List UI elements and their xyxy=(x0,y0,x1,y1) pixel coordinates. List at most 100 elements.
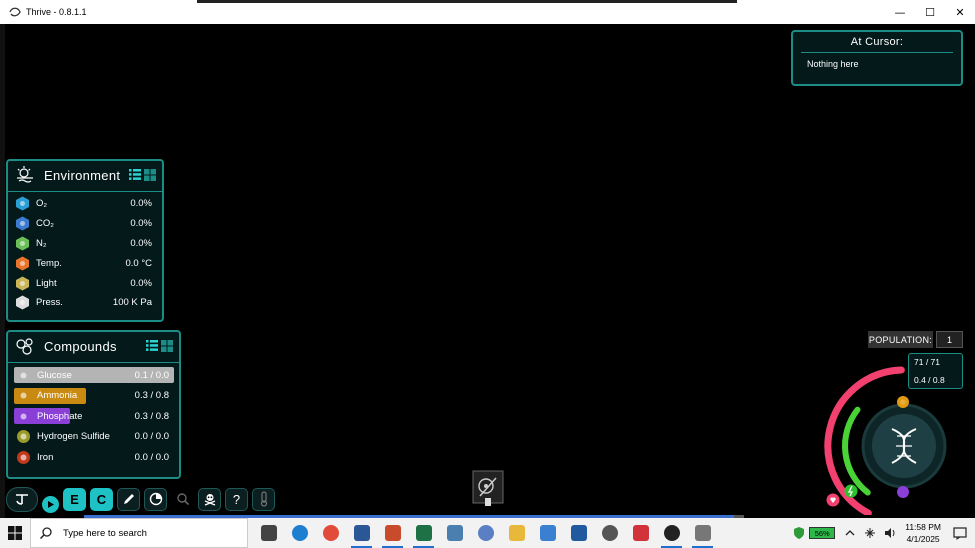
weather-icon xyxy=(17,166,33,183)
environment-row: N₂ 0.0% xyxy=(8,234,162,254)
environment-label: Press. xyxy=(36,297,63,309)
environment-value: 0.0% xyxy=(130,237,152,249)
taskbar-search[interactable]: Type here to search xyxy=(30,518,248,548)
pressure-icon xyxy=(16,295,29,310)
compounds-button[interactable]: C xyxy=(90,487,113,511)
environment-value: 0.0% xyxy=(130,198,152,210)
editor-button[interactable]: E xyxy=(63,487,86,511)
start-button[interactable] xyxy=(0,518,30,548)
environment-label: N₂ xyxy=(36,237,47,249)
compound-value: 0.1 / 0.0 xyxy=(134,369,169,381)
powerpoint-icon[interactable] xyxy=(378,518,407,548)
oxygen-icon xyxy=(16,196,29,211)
grid-view-icon[interactable] xyxy=(161,339,173,352)
environment-row: O₂ 0.0% xyxy=(8,194,162,214)
chevron-up-icon[interactable] xyxy=(843,526,857,540)
play-icon xyxy=(48,500,54,508)
windows-taskbar: Type here to search 56% 11:58 PM 4/1/202… xyxy=(0,518,975,548)
ucm-icon[interactable] xyxy=(564,518,593,548)
task-view-icon[interactable] xyxy=(254,518,283,548)
windows-app-icon[interactable] xyxy=(688,518,717,548)
compounds-panel: Compounds Glucose 0.1 / 0.0 Ammonia 0.3 / 0… xyxy=(6,330,181,479)
list-view-icon[interactable] xyxy=(146,339,158,352)
at-cursor-panel: At Cursor: Nothing here xyxy=(791,30,963,86)
game-toolbar: E C ? xyxy=(6,486,275,513)
compound-row: Phosphate 0.3 / 0.8 xyxy=(8,406,179,427)
environment-panel: Environment O₂ 0.0% CO₂ 0.0% N₂ 0.0% Temp. 0.0 … xyxy=(6,159,164,322)
edit-button[interactable] xyxy=(117,487,140,511)
skull-icon xyxy=(204,494,215,506)
play-button[interactable] xyxy=(42,495,59,513)
compounds-icon xyxy=(16,338,33,355)
environment-label: CO₂ xyxy=(36,218,54,230)
compound-label: Phosphate xyxy=(37,410,83,422)
divider xyxy=(8,191,162,192)
window-titlebar: Thrive - 0.8.1.1 — ☐ ✕ xyxy=(0,0,975,24)
r-icon[interactable] xyxy=(471,518,500,548)
thrive-menu-button[interactable] xyxy=(6,486,38,512)
compounds-header: Compounds xyxy=(8,332,179,360)
carbon-dioxide-icon xyxy=(16,216,29,231)
search-button[interactable] xyxy=(171,488,194,511)
list-view-icon[interactable] xyxy=(129,168,141,181)
network-icon[interactable] xyxy=(863,526,877,540)
hydrogen-sulfide-icon xyxy=(17,430,30,444)
compound-row: Ammonia 0.3 / 0.8 xyxy=(8,386,179,407)
excel-icon[interactable] xyxy=(409,518,438,548)
light-icon xyxy=(16,276,29,291)
compound-row: Glucose 0.1 / 0.0 xyxy=(8,365,179,386)
file-explorer-icon[interactable] xyxy=(502,518,531,548)
compound-row: Hydrogen Sulfide 0.0 / 0.0 xyxy=(8,427,179,448)
grid-view-icon[interactable] xyxy=(144,168,156,181)
windows-logo-icon xyxy=(8,526,22,540)
clock-date: 4/1/2025 xyxy=(906,534,940,544)
phosphate-icon xyxy=(17,409,30,423)
ammonia-indicator-dot xyxy=(900,399,906,405)
home-icon[interactable] xyxy=(533,518,562,548)
top-strip xyxy=(197,0,737,3)
atp-icon xyxy=(844,484,858,498)
vivaldi-icon[interactable] xyxy=(626,518,655,548)
notepad-icon[interactable] xyxy=(440,518,469,548)
compound-value: 0.0 / 0.0 xyxy=(134,451,169,463)
compound-label: Hydrogen Sulfide xyxy=(37,431,110,443)
notifications-icon[interactable] xyxy=(953,526,967,540)
thrive-logo-icon xyxy=(16,494,28,505)
environment-title: Environment xyxy=(44,167,121,183)
nitrogen-icon xyxy=(16,236,29,251)
clock-time: 11:58 PM xyxy=(905,522,941,532)
thrive-app-icon xyxy=(9,7,21,17)
compound-row: Iron 0.0 / 0.0 xyxy=(8,447,179,468)
chrome-icon[interactable] xyxy=(316,518,345,548)
battery-percent: 56% xyxy=(814,528,830,538)
search-icon xyxy=(39,527,52,540)
close-button[interactable]: ✕ xyxy=(945,0,975,24)
speed-button[interactable] xyxy=(144,487,167,511)
thermoplast-button[interactable] xyxy=(252,487,275,511)
environment-header: Environment xyxy=(8,161,162,189)
taskbar-clock[interactable]: 11:58 PM 4/1/2025 xyxy=(905,521,941,545)
security-shield-icon[interactable] xyxy=(793,526,805,540)
battery-indicator[interactable]: 56% xyxy=(809,527,836,539)
environment-value: 0.0% xyxy=(130,277,152,289)
health-value: 71 / 71 xyxy=(914,357,940,367)
maximize-button[interactable]: ☐ xyxy=(915,0,945,24)
health-atp-readout: 71 / 71 0.4 / 0.8 xyxy=(908,353,963,389)
search-placeholder: Type here to search xyxy=(63,527,147,539)
thrive-icon[interactable] xyxy=(657,518,686,548)
minimize-button[interactable]: — xyxy=(885,0,915,24)
environment-value: 0.0% xyxy=(130,218,152,230)
suicide-button[interactable] xyxy=(198,487,221,511)
edge-icon[interactable] xyxy=(285,518,314,548)
volume-icon[interactable] xyxy=(883,526,897,540)
environment-row: CO₂ 0.0% xyxy=(8,214,162,234)
divider xyxy=(8,362,179,363)
glucose-icon xyxy=(17,368,30,382)
at-cursor-title: At Cursor: xyxy=(850,36,904,48)
circle-app-icon[interactable] xyxy=(595,518,624,548)
window-title: Thrive - 0.8.1.1 xyxy=(26,7,87,17)
environment-row: Light 0.0% xyxy=(8,273,162,293)
help-button[interactable]: ? xyxy=(225,487,248,511)
pencil-icon xyxy=(123,494,134,504)
word-icon[interactable] xyxy=(347,518,376,548)
